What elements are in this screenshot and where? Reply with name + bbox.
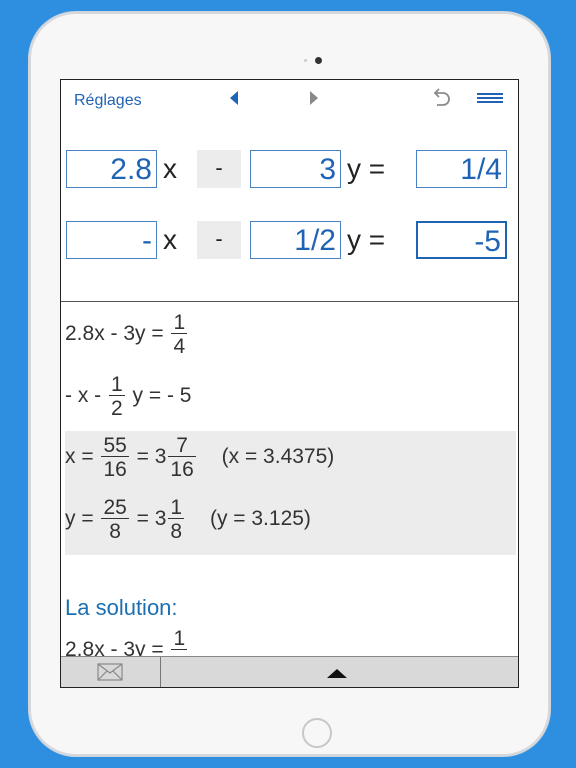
solution-title: La solution: bbox=[65, 595, 178, 620]
envelope-icon bbox=[97, 663, 123, 681]
app-screen: Réglages 2.8 x - 3 y = 1/4 - x - 1/2 y =… bbox=[60, 79, 519, 688]
bottom-bar bbox=[61, 656, 518, 687]
y-solution: y = 25 8 = 318 (y = 3.125) bbox=[65, 496, 311, 543]
coef-a2-input[interactable]: - bbox=[66, 221, 157, 259]
fraction: 14 bbox=[171, 311, 188, 358]
top-toolbar: Réglages bbox=[61, 80, 518, 120]
y-equals-label: y = bbox=[347, 153, 386, 184]
settings-button[interactable]: Réglages bbox=[74, 92, 142, 110]
undo-icon[interactable] bbox=[429, 86, 453, 110]
x-solution: x = 55 16 = 3 7 16 (x = 3.4375) bbox=[65, 434, 335, 481]
fraction: 25 8 bbox=[101, 496, 129, 543]
home-button[interactable] bbox=[302, 718, 332, 748]
fraction: 55 16 bbox=[101, 434, 129, 481]
operator-button[interactable]: - bbox=[197, 221, 241, 259]
const-c1-input[interactable]: 1/4 bbox=[416, 150, 507, 188]
const-c2-input[interactable]: -5 bbox=[416, 221, 507, 259]
fraction: 18 bbox=[168, 496, 185, 543]
menu-icon[interactable] bbox=[477, 93, 503, 103]
equation-row-1: 2.8 x - 3 y = 1/4 bbox=[61, 150, 518, 192]
x-label: x bbox=[163, 153, 177, 184]
operator-button[interactable]: - bbox=[197, 150, 241, 188]
coef-b1-input[interactable]: 3 bbox=[250, 150, 341, 188]
fraction: 7 16 bbox=[168, 434, 196, 481]
triangle-up-icon[interactable] bbox=[327, 669, 347, 678]
result-equation-2: - x - 12 y = - 5 bbox=[65, 373, 192, 420]
front-camera bbox=[315, 57, 322, 64]
section-divider bbox=[61, 301, 518, 302]
fraction: 12 bbox=[109, 373, 125, 420]
camera-sensor bbox=[304, 59, 307, 62]
result-equation-1: 2.8x - 3y = 14 bbox=[65, 311, 188, 358]
triangle-right-icon[interactable] bbox=[310, 91, 318, 105]
y-equals-label: y = bbox=[347, 224, 386, 255]
x-label: x bbox=[163, 224, 177, 255]
triangle-left-icon[interactable] bbox=[230, 91, 238, 105]
coef-b2-input[interactable]: 1/2 bbox=[250, 221, 341, 259]
mail-button[interactable] bbox=[61, 657, 161, 687]
x-decimal: (x = 3.4375) bbox=[221, 445, 335, 469]
y-decimal: (y = 3.125) bbox=[209, 507, 311, 531]
coef-a1-input[interactable]: 2.8 bbox=[66, 150, 157, 188]
equation-row-2: - x - 1/2 y = -5 bbox=[61, 221, 518, 263]
